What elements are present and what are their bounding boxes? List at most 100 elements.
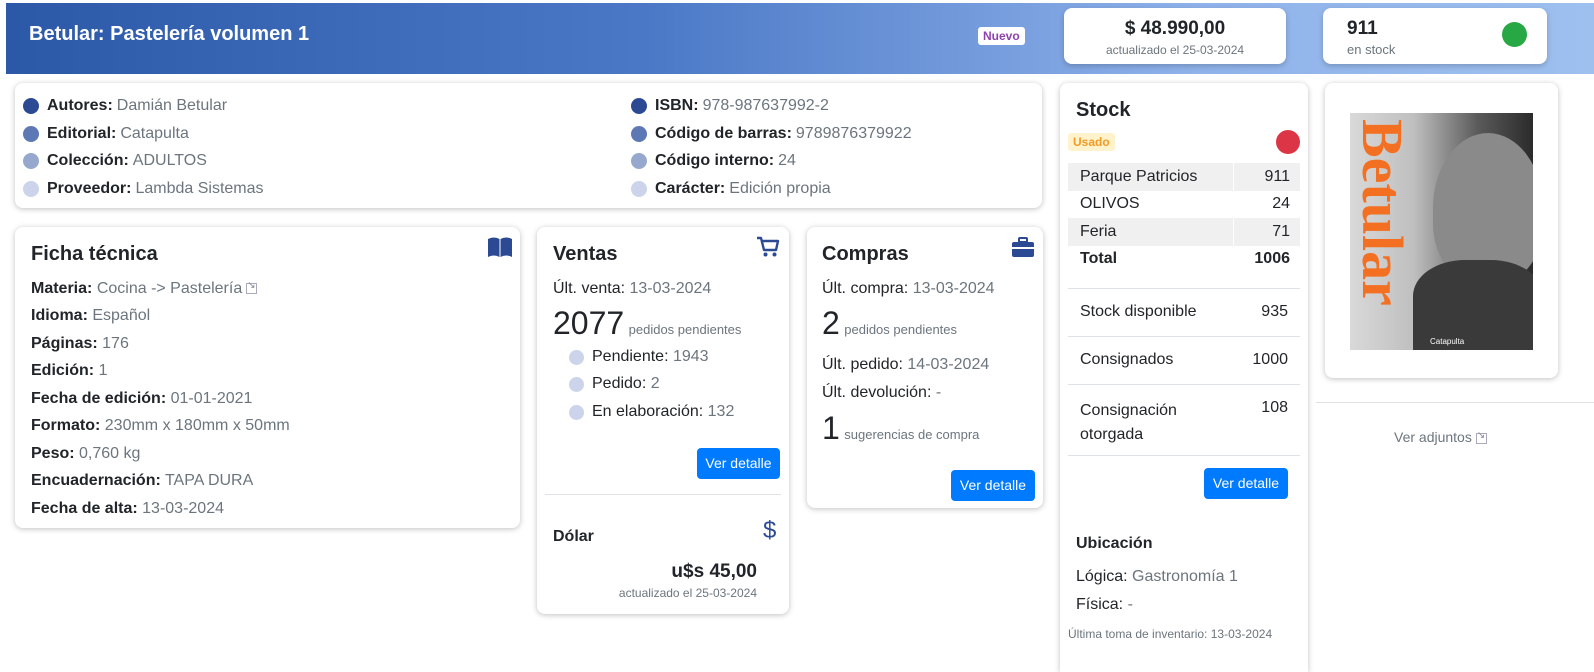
divider <box>1068 455 1300 456</box>
bullet-icon <box>569 349 584 365</box>
info-value: 9789876379922 <box>795 125 912 142</box>
field-label: Pedido: <box>592 375 647 392</box>
info-value: 978-987637992-2 <box>702 97 829 114</box>
stock-count: 911 <box>1347 18 1378 39</box>
info-label: Editorial: <box>47 125 117 142</box>
info-label: Código interno: <box>655 152 775 169</box>
ficha-paginas: Páginas: 176 <box>31 335 129 353</box>
ubicacion-title: Ubicación <box>1076 535 1153 552</box>
dolar-amount: u$s 45,00 <box>671 561 757 582</box>
info-value: Edición propia <box>729 180 831 197</box>
branch-qty: 24 <box>1272 195 1290 213</box>
cover-card: Betular Catapulta <box>1325 83 1558 378</box>
cart-icon <box>757 236 780 257</box>
field-value: 1943 <box>672 348 709 365</box>
ventas-pendiente: Pendiente: 1943 <box>569 348 709 366</box>
ult-compra: Últ. compra: 13-03-2024 <box>822 280 995 298</box>
table-row-total: Total 1006 <box>1068 246 1300 274</box>
field-label: Materia: <box>31 280 93 297</box>
ult-venta: Últ. venta: 13-03-2024 <box>553 280 711 298</box>
stock-disponible-value: 935 <box>1261 303 1288 320</box>
briefcase-icon <box>1012 237 1034 257</box>
ficha-formato: Formato: 230mm x 180mm x 50mm <box>31 417 290 435</box>
field-value: 01-01-2021 <box>170 390 253 407</box>
compras-pending: 2 pedidos pendientes <box>822 305 957 342</box>
ventas-pedido: Pedido: 2 <box>569 375 660 393</box>
attachments-link[interactable]: Ver adjuntos <box>1394 429 1487 445</box>
field-label: Formato: <box>31 417 101 434</box>
total-label: Total <box>1080 250 1118 268</box>
divider <box>1068 288 1300 289</box>
info-label: Colección: <box>47 152 129 169</box>
stock-detail-button[interactable]: Ver detalle <box>1204 468 1288 499</box>
field-value: 176 <box>102 335 129 352</box>
dolar-title: Dólar <box>553 528 594 545</box>
field-value: 13-03-2024 <box>912 280 995 297</box>
divider <box>545 494 781 495</box>
bullet-icon <box>569 376 584 392</box>
ventas-card: Ventas Últ. venta: 13-03-2024 2077 pedid… <box>537 227 789 614</box>
field-value: Cocina -> Pastelería <box>96 280 243 297</box>
dolar-updated: actualizado el 25-03-2024 <box>618 586 757 600</box>
info-barcode: Código de barras: 9789876379922 <box>631 125 912 143</box>
info-label: Carácter: <box>655 180 726 197</box>
cover-publisher: Catapulta <box>1430 337 1465 346</box>
info-value: Catapulta <box>120 125 189 142</box>
pending-count: 2 <box>822 305 840 341</box>
field-label: Últ. venta: <box>553 280 626 297</box>
sugerencias-label: sugerencias de compra <box>844 427 980 442</box>
sugerencias-count: 1 <box>822 410 840 446</box>
pending-label: pedidos pendientes <box>844 322 958 337</box>
ventas-elaboracion: En elaboración: 132 <box>569 403 734 421</box>
field-value: 132 <box>707 403 735 420</box>
otorgada-label: Consignación otorgada <box>1080 402 1177 443</box>
ficha-fecha-edicion: Fecha de edición: 01-01-2021 <box>31 390 252 408</box>
ficha-edicion: Edición: 1 <box>31 362 107 380</box>
bullet-icon <box>23 98 39 114</box>
external-link-icon[interactable] <box>246 280 258 295</box>
info-label: Autores: <box>47 97 113 114</box>
field-value: - <box>1127 596 1133 613</box>
info-autores: Autores: Damián Betular <box>23 97 227 115</box>
info-label: ISBN: <box>655 97 699 114</box>
field-label: Últ. pedido: <box>822 356 903 373</box>
ventas-title: Ventas <box>553 243 618 265</box>
field-value: 14-03-2024 <box>907 356 990 373</box>
field-label: Últ. devolución: <box>822 384 932 401</box>
pending-label: pedidos pendientes <box>628 322 742 337</box>
field-value: 2 <box>650 375 660 392</box>
external-link-icon <box>1475 430 1487 444</box>
product-title: Betular: Pastelería volumen 1 <box>29 23 310 45</box>
price-value: $ 48.990,00 <box>1124 18 1226 39</box>
ult-devolucion: Últ. devolución: - <box>822 384 941 402</box>
dollar-icon: $ <box>763 517 777 544</box>
bullet-icon <box>631 181 647 197</box>
info-editorial: Editorial: Catapulta <box>23 125 189 143</box>
field-value: - <box>935 384 942 401</box>
book-cover-image[interactable]: Betular Catapulta <box>1350 113 1533 350</box>
field-value: 1 <box>98 362 108 379</box>
consignados-value: 1000 <box>1252 351 1288 368</box>
field-label: Fecha de edición: <box>31 390 167 407</box>
field-label: Física: <box>1076 596 1124 613</box>
otorgada-value: 108 <box>1261 399 1288 416</box>
field-label: Peso: <box>31 445 75 462</box>
total-value: 1006 <box>1254 250 1290 268</box>
new-badge: Nuevo <box>978 27 1025 45</box>
stock-title: Stock <box>1076 99 1131 121</box>
info-coleccion: Colección: ADULTOS <box>23 152 207 170</box>
divider <box>1068 336 1300 337</box>
compras-detail-button[interactable]: Ver detalle <box>951 470 1035 501</box>
ventas-pending: 2077 pedidos pendientes <box>553 305 741 342</box>
info-label: Código de barras: <box>655 125 792 142</box>
ficha-encuadernacion: Encuadernación: TAPA DURA <box>31 472 253 490</box>
info-internal-code: Código interno: 24 <box>631 152 796 170</box>
divider <box>1068 384 1300 385</box>
bullet-icon <box>23 153 39 169</box>
branch-qty: 71 <box>1232 218 1300 246</box>
field-value: 230mm x 180mm x 50mm <box>104 417 290 434</box>
field-label: Pendiente: <box>592 348 669 365</box>
stock-summary-card: 911 en stock <box>1323 8 1547 64</box>
ubicacion-logica: Lógica: Gastronomía 1 <box>1076 568 1238 586</box>
ventas-detail-button[interactable]: Ver detalle <box>697 448 780 479</box>
